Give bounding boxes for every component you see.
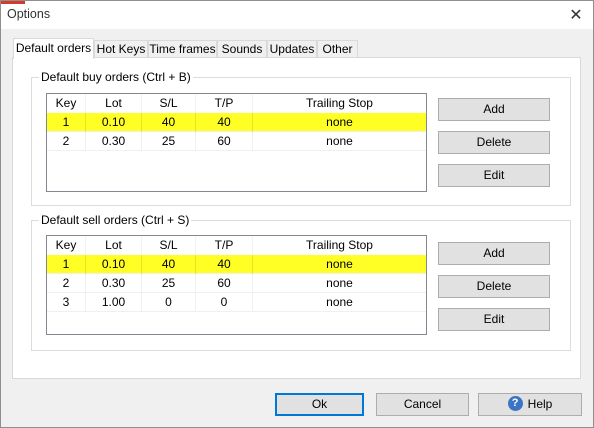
cell-lot: 0.30 (86, 274, 142, 293)
column-header-key[interactable]: Key (47, 236, 86, 255)
sell-edit-button[interactable]: Edit (438, 308, 550, 331)
options-dialog: Options ✕ Default orders Hot Keys Time f… (0, 0, 594, 428)
help-icon: ? (507, 396, 523, 412)
column-header-sl[interactable]: S/L (142, 236, 196, 255)
buy-orders-table[interactable]: Key Lot S/L T/P Trailing Stop 1 0.10 40 … (46, 93, 427, 192)
sell-orders-group-title: Default sell orders (Ctrl + S) (39, 213, 192, 227)
table-row[interactable]: 2 0.30 25 60 none (47, 274, 426, 293)
sell-delete-button[interactable]: Delete (438, 275, 550, 298)
table-header: Key Lot S/L T/P Trailing Stop (47, 94, 426, 113)
close-icon[interactable]: ✕ (565, 5, 587, 25)
title-bar: Options ✕ (1, 1, 593, 29)
cell-tp: 60 (196, 132, 253, 151)
sell-orders-group: Default sell orders (Ctrl + S) Key Lot S… (31, 213, 571, 351)
cell-key: 2 (47, 274, 86, 293)
column-header-sl[interactable]: S/L (142, 94, 196, 113)
buy-delete-button[interactable]: Delete (438, 131, 550, 154)
buy-edit-button[interactable]: Edit (438, 164, 550, 187)
column-header-lot[interactable]: Lot (86, 94, 142, 113)
help-button[interactable]: ? Help (478, 393, 582, 416)
table-row[interactable]: 1 0.10 40 40 none (47, 255, 426, 274)
table-row[interactable]: 2 0.30 25 60 none (47, 132, 426, 151)
column-header-tp[interactable]: T/P (196, 94, 253, 113)
column-header-trailing-stop[interactable]: Trailing Stop (253, 236, 426, 255)
cell-trailing-stop: none (326, 115, 353, 129)
tab-hot-keys[interactable]: Hot Keys (94, 40, 148, 58)
cell-key: 1 (47, 113, 86, 132)
cell-tp: 60 (196, 274, 253, 293)
window-title: Options (7, 7, 51, 21)
column-header-tp[interactable]: T/P (196, 236, 253, 255)
ok-button[interactable]: Ok (275, 393, 364, 416)
tab-sounds[interactable]: Sounds (217, 40, 267, 58)
cell-sl: 40 (142, 255, 196, 274)
cell-sl: 0 (142, 293, 196, 312)
column-header-key[interactable]: Key (47, 94, 86, 113)
tab-time-frames[interactable]: Time frames (148, 40, 217, 58)
sell-add-button[interactable]: Add (438, 242, 550, 265)
cell-sl: 40 (142, 113, 196, 132)
tab-other[interactable]: Other (317, 40, 358, 58)
cell-trailing-stop: none (326, 134, 353, 148)
cell-key: 3 (47, 293, 86, 312)
cell-sl: 25 (142, 132, 196, 151)
buy-add-button[interactable]: Add (438, 98, 550, 121)
column-header-lot[interactable]: Lot (86, 236, 142, 255)
cell-key: 1 (47, 255, 86, 274)
cell-lot: 0.10 (86, 255, 142, 274)
buy-orders-group: Default buy orders (Ctrl + B) Key Lot S/… (31, 70, 571, 206)
cell-tp: 40 (196, 113, 253, 132)
cell-tp: 0 (196, 293, 253, 312)
sell-orders-table[interactable]: Key Lot S/L T/P Trailing Stop 1 0.10 40 … (46, 235, 427, 335)
table-row[interactable]: 3 1.00 0 0 none (47, 293, 426, 312)
cell-lot: 1.00 (86, 293, 142, 312)
cell-trailing-stop: none (326, 295, 353, 309)
cell-key: 2 (47, 132, 86, 151)
cell-trailing-stop: none (326, 257, 353, 271)
app-icon (1, 1, 25, 4)
cancel-button[interactable]: Cancel (376, 393, 469, 416)
cell-trailing-stop: none (326, 276, 353, 290)
tab-updates[interactable]: Updates (267, 40, 317, 58)
table-header: Key Lot S/L T/P Trailing Stop (47, 236, 426, 255)
cell-lot: 0.10 (86, 113, 142, 132)
column-header-trailing-stop[interactable]: Trailing Stop (253, 94, 426, 113)
cell-sl: 25 (142, 274, 196, 293)
tab-panel-default-orders: Default buy orders (Ctrl + B) Key Lot S/… (12, 57, 581, 379)
cell-lot: 0.30 (86, 132, 142, 151)
table-row[interactable]: 1 0.10 40 40 none (47, 113, 426, 132)
tab-default-orders[interactable]: Default orders (13, 38, 94, 59)
help-button-label: Help (527, 397, 553, 411)
cell-tp: 40 (196, 255, 253, 274)
buy-orders-group-title: Default buy orders (Ctrl + B) (39, 70, 193, 84)
